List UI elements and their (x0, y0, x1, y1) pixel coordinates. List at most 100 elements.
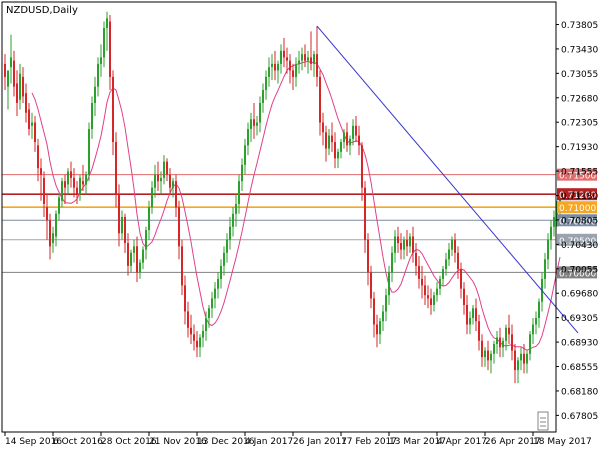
candle-body (322, 122, 324, 133)
candle-body (121, 217, 123, 234)
candle-body (157, 174, 159, 182)
candle-body (553, 217, 555, 227)
candle-body (256, 122, 258, 126)
candle-body (544, 259, 546, 279)
price-tick-label: 0.69305 (561, 314, 598, 324)
candle-body (352, 125, 354, 139)
candle-body (409, 236, 411, 247)
candle-body (34, 122, 36, 143)
candle-body (295, 63, 297, 77)
candle-body (241, 164, 243, 182)
candle-body (79, 177, 81, 195)
price-tick-label: 0.69680 (561, 290, 598, 300)
candle-body (301, 54, 303, 61)
candle-body (37, 145, 39, 169)
candle-body (442, 269, 444, 279)
candle-body (28, 109, 30, 130)
candle-body (115, 142, 117, 195)
candle-body (199, 337, 201, 348)
candle-body (358, 135, 360, 146)
candle-body (172, 181, 174, 188)
price-tick-label: 0.70805 (561, 216, 598, 226)
candle-body (223, 252, 225, 266)
candle-body (232, 213, 234, 227)
candle-body (394, 236, 396, 253)
candle-body (340, 142, 342, 152)
candle-body (532, 324, 534, 335)
candle-body (214, 288, 216, 299)
candle-body (253, 119, 255, 126)
price-tick-label: 0.73055 (561, 70, 598, 80)
candle-body (124, 217, 126, 244)
time-tick-label: 4 Apr 2017 (437, 437, 487, 447)
candle-body (16, 83, 18, 103)
candle-body (226, 239, 228, 253)
candle-body (304, 54, 306, 61)
candle-body (397, 236, 399, 244)
candle-body (493, 344, 495, 354)
candle-body (445, 259, 447, 270)
candle-body (13, 60, 15, 87)
candle-body (49, 220, 51, 247)
candle-body (385, 295, 387, 312)
candle-body (259, 102, 261, 123)
candle-body (307, 57, 309, 61)
candle-body (484, 350, 486, 358)
candle-body (283, 50, 285, 58)
candle-body (58, 197, 60, 214)
time-tick-label: 26 Jan 2017 (293, 437, 347, 447)
candle-body (196, 340, 198, 348)
candle-body (73, 177, 75, 188)
candle-body (508, 327, 510, 335)
price-tick-label: 0.73430 (561, 45, 598, 55)
candle-body (235, 203, 237, 214)
candle-body (55, 213, 57, 237)
candle-body (160, 177, 162, 182)
candle-body (523, 353, 525, 364)
candle-body (154, 174, 156, 188)
candle-body (100, 57, 102, 64)
candle-body (163, 161, 165, 178)
candle-body (61, 181, 63, 201)
candle-body (46, 207, 48, 221)
candle-body (310, 57, 312, 64)
time-tick-label: 18 May 2017 (533, 437, 592, 447)
sync-icon[interactable] (537, 411, 549, 431)
candle-body (505, 327, 507, 341)
price-tick-label: 0.68180 (561, 387, 598, 397)
candle-body (487, 350, 489, 361)
candle-body (262, 89, 264, 103)
candle-body (406, 239, 408, 247)
candle-body (451, 239, 453, 250)
candle-body (355, 125, 357, 136)
candle-body (274, 63, 276, 71)
candle-body (97, 63, 99, 87)
candle-body (469, 317, 471, 325)
candle-body (517, 360, 519, 371)
candle-body (178, 207, 180, 247)
candle-body (424, 285, 426, 296)
candle-body (268, 67, 270, 77)
candle-body (346, 132, 348, 146)
candle-body (499, 337, 501, 348)
time-tick-label: 6 Oct 2016 (53, 437, 103, 447)
candle-body (193, 334, 195, 341)
candle-body (457, 252, 459, 270)
candle-body (475, 308, 477, 322)
candle-body (139, 262, 141, 273)
candle-body (415, 252, 417, 266)
candle-body (364, 187, 366, 240)
candle-body (103, 28, 105, 58)
candle-body (211, 298, 213, 309)
candle-body (166, 161, 168, 175)
candle-body (181, 246, 183, 286)
candle-body (349, 138, 351, 146)
candle-body (130, 252, 132, 266)
candle-body (538, 301, 540, 318)
candle-body (220, 265, 222, 279)
candle-body (550, 226, 552, 240)
candle-body (91, 102, 93, 130)
candle-body (337, 151, 339, 159)
candle-body (76, 187, 78, 195)
candle-body (331, 135, 333, 143)
